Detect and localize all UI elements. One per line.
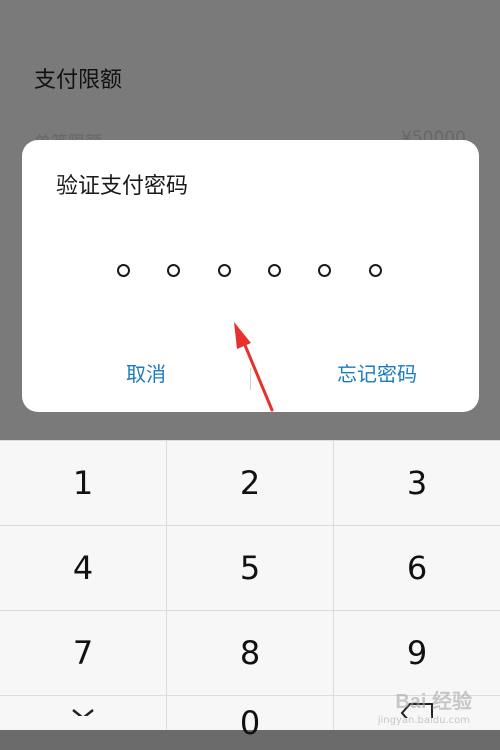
key-5[interactable]: 5 (167, 526, 333, 610)
key-7[interactable]: 7 (0, 611, 166, 695)
key-4[interactable]: 4 (0, 526, 166, 610)
page-title: 支付限额 (34, 68, 123, 93)
key-1[interactable]: 1 (0, 441, 166, 525)
key-6[interactable]: 6 (334, 526, 500, 610)
forgot-password-button[interactable]: 忘记密码 (292, 356, 462, 392)
pin-dot (369, 264, 382, 277)
pin-dot (318, 264, 331, 277)
key-2[interactable]: 2 (167, 441, 333, 525)
dialog-title: 验证支付密码 (56, 174, 189, 199)
button-divider (250, 368, 251, 390)
pin-dot (268, 264, 281, 277)
pin-dot (117, 264, 130, 277)
hide-keyboard-key[interactable] (0, 696, 166, 730)
baidu-watermark: Bai 经验 (395, 691, 472, 713)
verify-password-dialog: 验证支付密码 取消 忘记密码 (22, 140, 479, 412)
key-9[interactable]: 9 (334, 611, 500, 695)
pin-input[interactable] (22, 258, 479, 288)
baidu-watermark-url: jingyan.baidu.com (377, 715, 470, 726)
key-0[interactable]: 0 (167, 696, 333, 742)
key-3[interactable]: 3 (334, 441, 500, 525)
pin-dot (167, 264, 180, 277)
pin-dot (218, 264, 231, 277)
keyboard-hide-icon (72, 709, 94, 716)
key-8[interactable]: 8 (167, 611, 333, 695)
cancel-button[interactable]: 取消 (82, 356, 210, 392)
